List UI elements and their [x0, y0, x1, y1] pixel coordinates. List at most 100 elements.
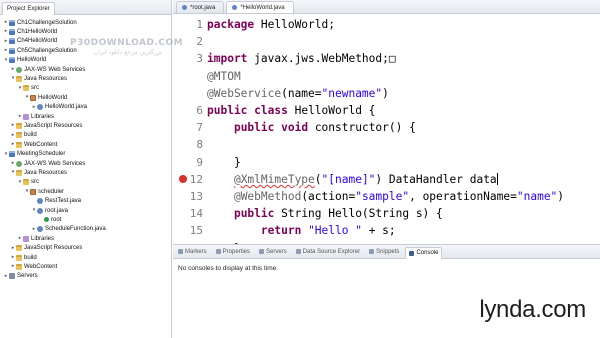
servers-icon	[259, 249, 265, 254]
tree-item[interactable]: ▾ Java Resources	[0, 74, 171, 83]
ws-icon	[16, 66, 22, 73]
view-tab[interactable]: Servers	[256, 246, 290, 258]
code-token: void	[281, 121, 309, 135]
tree-item[interactable]: ▾ src	[0, 84, 171, 93]
code-token: javax.jws.WebMethod;	[247, 52, 389, 66]
tree-item[interactable]: ▾ Java Resources	[0, 168, 171, 177]
code-line: 15 return "Hello " + s;	[173, 222, 600, 239]
tree-item[interactable]: ▾ HelloWorld	[0, 93, 171, 102]
code-token: package	[207, 18, 255, 31]
java-icon	[37, 207, 43, 214]
tree-item-label: src	[31, 179, 39, 186]
view-tab[interactable]: Snippets	[366, 246, 402, 258]
code-line: 14 public String Hello(String s) {	[173, 205, 600, 222]
tree-item-label: root.java	[45, 207, 69, 214]
editor-tab[interactable]: *root.java	[176, 1, 225, 13]
code-token: @WebService	[207, 86, 282, 100]
tree-item-label: RestTest.java	[45, 198, 82, 205]
view-tab-label: Data Source Explorer	[302, 248, 361, 255]
folder-icon	[16, 132, 22, 139]
code-token: (name=	[281, 86, 322, 100]
view-tab[interactable]: Console	[405, 246, 443, 259]
view-tab-label: Snippets	[376, 248, 400, 255]
code-token: ) DataHandler data	[375, 172, 497, 186]
line-number: 7	[196, 121, 203, 135]
folder-icon	[16, 75, 22, 82]
tree-item[interactable]: ▾ root.java	[0, 206, 171, 215]
view-tab[interactable]: Data Source Explorer	[293, 246, 363, 258]
tree-item[interactable]: ▸ JavaScript Resources	[0, 121, 171, 130]
tree-item-label: ScheduleFunction.java	[45, 226, 106, 233]
code-area[interactable]: 1 package HelloWorld; 2 3 import javax.jws.W…	[173, 14, 600, 289]
code-token: (action=	[301, 190, 356, 203]
java-file-icon	[182, 5, 187, 10]
tree-item[interactable]: ▸ Libraries	[0, 234, 171, 243]
tree-item[interactable]: ▸ WebContent	[0, 140, 171, 149]
tree-item-label: Java Resources	[24, 75, 68, 82]
tree-item[interactable]: ▾ scheduler	[0, 187, 171, 196]
console-message: No consoles to display at this time.	[178, 265, 279, 272]
tree-item-label: WebContent	[24, 263, 58, 270]
project-explorer-tab[interactable]: Project Explorer	[2, 1, 55, 15]
code-line: 12 @XmlMimeType("[name]") DataHandler da…	[173, 171, 600, 188]
tree-item[interactable]: ▸ JAX-WS Web Services	[0, 159, 171, 168]
tree-item-label: JAX-WS Web Services	[24, 66, 86, 73]
tree-item[interactable]: ▸ build	[0, 253, 171, 262]
code-line: 8	[173, 136, 600, 153]
tree-item-label: Java Resources	[24, 169, 68, 176]
code-token: String Hello(String s) {	[274, 207, 443, 221]
tree-item[interactable]: ▸ Libraries	[0, 112, 171, 121]
line-code: package HelloWorld;	[207, 16, 335, 33]
tree-item[interactable]: ▸ Ch1ChallengeSolution	[0, 18, 171, 27]
text-cursor	[496, 172, 498, 185]
line-number: 13	[189, 190, 203, 203]
line-number: 6	[196, 104, 203, 117]
watermark-subtext: بزرگترین مرجع دانلود ایران	[94, 49, 162, 56]
tree-item[interactable]: ▸ JAX-WS Web Services	[0, 65, 171, 74]
tree-item[interactable]: ▸ ScheduleFunction.java	[0, 225, 171, 234]
code-token: public	[233, 207, 275, 221]
tree-item-label: root	[51, 216, 62, 223]
project-explorer-title: Project Explorer	[7, 5, 50, 12]
view-tab-label: Servers	[266, 248, 287, 255]
markers-icon	[178, 249, 183, 254]
code-token: }	[207, 155, 241, 169]
code-token: @XmlMimeType	[233, 172, 315, 186]
tree-item[interactable]: ▸ WebContent	[0, 262, 171, 271]
editor-tab[interactable]: *HelloWorld.java	[226, 1, 294, 13]
line-code: import javax.jws.WebMethod;□	[207, 50, 396, 67]
code-token: HelloWorld {	[287, 104, 376, 117]
tree-item[interactable]: ▾ MeetingScheduler	[0, 150, 171, 159]
line-code: }	[207, 154, 241, 171]
tree-item[interactable]: ▾ HelloWorld	[0, 56, 171, 65]
tree-item[interactable]: RestTest.java	[0, 197, 171, 206]
package-icon	[30, 188, 36, 195]
code-token: public	[233, 121, 275, 135]
line-number: 12	[189, 172, 203, 186]
tree-item[interactable]: ▸ build	[0, 131, 171, 140]
tree-item[interactable]: root	[0, 215, 171, 224]
tree-item[interactable]: ▾ src	[0, 178, 171, 187]
project-explorer-tabbar: Project Explorer	[0, 0, 171, 15]
editor-tabbar: *root.java *HelloWorld.java	[173, 0, 600, 14]
tree-item[interactable]: ▸ HelloWorld.java	[0, 103, 171, 112]
code-token: "name"	[516, 190, 558, 203]
tree-item-label: Ch1HelloWorld	[17, 28, 58, 35]
view-tab-label: Markers	[185, 248, 207, 255]
view-tab-label: Console	[416, 250, 439, 256]
code-token: + s;	[361, 224, 396, 238]
line-number: 14	[189, 207, 203, 221]
tree-item[interactable]: ▸ Servers	[0, 272, 171, 281]
code-token: constructor() {	[308, 121, 416, 135]
folder-icon	[16, 245, 22, 252]
view-tab[interactable]: Properties	[213, 246, 253, 258]
tree-item-label: scheduler	[38, 188, 65, 195]
project-icon	[9, 57, 15, 64]
tree-item[interactable]: ▸ JavaScript Resources	[0, 244, 171, 253]
tree-item[interactable]: ▸ Ch1HelloWorld	[0, 27, 171, 36]
line-code: @MTOM	[207, 68, 241, 85]
view-tab[interactable]: Markers	[175, 246, 210, 258]
watermark: P30DOWNLOAD.COM	[70, 38, 184, 48]
